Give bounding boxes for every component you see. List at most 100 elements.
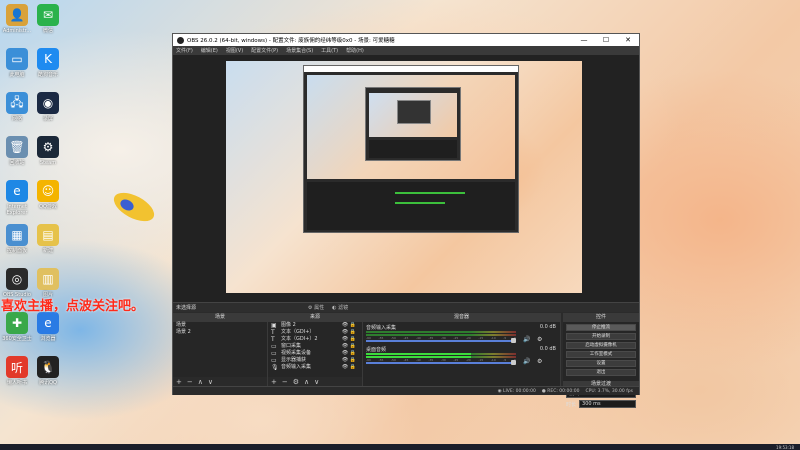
no-source-selected-label: 未选择源 bbox=[176, 305, 197, 311]
desktop-icon[interactable]: 🐧 腾讯QQ bbox=[28, 356, 68, 386]
desktop-icon[interactable]: ✉ 微信 bbox=[28, 4, 68, 34]
obs-titlebar: OBS 26.0.2 (64-bit, windows) - 配置文件: 废族佣… bbox=[173, 34, 639, 46]
meter-tick-label: -45 bbox=[403, 358, 409, 362]
controls-dock: 控件 停止推流 开始录制 启动虚拟摄像机 工作室模式 设置 退出 场景过渡 淡出… bbox=[563, 313, 639, 408]
speaker-icon[interactable]: 🔊 bbox=[523, 336, 530, 343]
menu-tools[interactable]: 工具(T) bbox=[321, 47, 338, 54]
move-source-down-button[interactable]: ∨ bbox=[314, 378, 319, 386]
app-icon: 🐧 bbox=[37, 356, 59, 378]
scene-item[interactable]: 场景 2 bbox=[173, 329, 267, 336]
meter-tick-label: -20 bbox=[465, 358, 471, 362]
meter-tick-label: -30 bbox=[440, 358, 446, 362]
meter-tick-label: -50 bbox=[390, 336, 396, 340]
visibility-eye-icon[interactable]: 👁 🔒 bbox=[342, 322, 356, 329]
speaker-icon[interactable]: 🔊 bbox=[523, 358, 530, 365]
track-db: 0.0 dB bbox=[539, 324, 556, 330]
desktop-icon[interactable]: K 酷狗音乐 bbox=[28, 48, 68, 78]
remove-scene-button[interactable]: − bbox=[187, 378, 193, 386]
studio-mode-button[interactable]: 工作室模式 bbox=[566, 351, 636, 358]
meter-tick-label: -60 bbox=[366, 336, 371, 340]
desktop-icon[interactable]: e 浏览器 bbox=[28, 312, 68, 342]
remove-source-button[interactable]: − bbox=[282, 378, 288, 386]
desktop-icon-label: 录屏 bbox=[42, 116, 53, 122]
source-type-icon: T bbox=[271, 329, 275, 336]
source-type-icon: T bbox=[271, 336, 275, 343]
app-icon: 🗑 bbox=[6, 136, 28, 158]
move-scene-up-button[interactable]: ∧ bbox=[198, 378, 203, 386]
menu-help[interactable]: 帮助(H) bbox=[346, 47, 364, 54]
desktop-icon[interactable]: ☺ QQ游戏 bbox=[28, 180, 68, 210]
audio-mixer-dock: 混音器 音频输入采集 0.0 dB -60 -55 -50 -45 -40 -35 -30 -25… bbox=[363, 313, 561, 386]
menu-scene-collection[interactable]: 场景集合(S) bbox=[286, 47, 313, 54]
source-label: 图像 2 bbox=[281, 322, 296, 328]
filters-button[interactable]: ◐ 滤镜 bbox=[332, 304, 348, 311]
stop-streaming-button[interactable]: 停止推流 bbox=[566, 324, 636, 331]
meter-tick-label: -10 bbox=[490, 336, 496, 340]
desktop-icon[interactable]: ◉ 录屏 bbox=[28, 92, 68, 122]
menu-profile[interactable]: 配置文件(P) bbox=[251, 47, 278, 54]
source-label: 文本（GDI+） bbox=[281, 329, 315, 335]
visibility-eye-icon[interactable]: 👁 🔒 bbox=[342, 350, 356, 357]
volume-slider-handle[interactable] bbox=[511, 338, 516, 343]
move-source-up-button[interactable]: ∧ bbox=[304, 378, 309, 386]
duration-input[interactable]: 300 ms bbox=[579, 400, 636, 408]
desktop-icon[interactable]: ▤ 新建 bbox=[28, 224, 68, 254]
move-scene-down-button[interactable]: ∨ bbox=[208, 378, 213, 386]
meter-tick-label: -30 bbox=[440, 336, 446, 340]
sources-dock: 来源 ▣ 图像 2 👁 🔒 T 文本（GDI+） 👁 🔒 T 文本（GDI+）2 👁 🔒 ▭ 窗口采… bbox=[268, 313, 363, 386]
volume-slider-handle[interactable] bbox=[511, 360, 516, 365]
source-item[interactable]: ▭ 窗口采集 👁 🔒 bbox=[268, 343, 362, 350]
desktop-icon-label: 微信 bbox=[42, 28, 53, 34]
source-item[interactable]: T 文本（GDI+） 👁 🔒 bbox=[268, 329, 362, 336]
gear-icon[interactable]: ⚙ bbox=[537, 358, 542, 365]
app-icon: ▭ bbox=[6, 48, 28, 70]
settings-button[interactable]: 设置 bbox=[566, 360, 636, 367]
meter-tick-label: -40 bbox=[415, 358, 421, 362]
preview-canvas[interactable] bbox=[173, 55, 639, 302]
app-icon: ◎ bbox=[6, 268, 28, 290]
obs-window: OBS 26.0.2 (64-bit, windows) - 配置文件: 废族佣… bbox=[172, 33, 640, 408]
source-item[interactable]: ▭ 视频采集设备 👁 🔒 bbox=[268, 350, 362, 357]
start-virtual-camera-button[interactable]: 启动虚拟摄像机 bbox=[566, 342, 636, 349]
visibility-eye-icon[interactable]: 👁 🔒 bbox=[342, 329, 356, 336]
app-icon: ⚙ bbox=[37, 136, 59, 158]
scenes-header: 场景 bbox=[173, 313, 267, 322]
menu-view[interactable]: 视图(V) bbox=[226, 47, 243, 54]
scenes-dock: 场景 场景 场景 2 + − ∧ ∨ bbox=[173, 313, 268, 386]
app-icon: 👤 bbox=[6, 4, 28, 26]
cpu-status: CPU: 3.7%, 30.00 fps bbox=[585, 388, 634, 394]
scene-item[interactable]: 场景 bbox=[173, 322, 267, 329]
desktop-icon[interactable]: ▥ 图片 bbox=[28, 268, 68, 298]
desktop-icon[interactable]: ⚙ Steam bbox=[28, 136, 68, 166]
meter-tick-label: -15 bbox=[478, 358, 484, 362]
duck-sticker bbox=[109, 186, 159, 228]
source-item[interactable]: ▭ 显示器捕获 👁 🔒 bbox=[268, 357, 362, 364]
meter-tick-label: -25 bbox=[453, 358, 459, 362]
visibility-eye-icon[interactable]: 👁 🔒 bbox=[342, 357, 356, 364]
gear-icon[interactable]: ⚙ bbox=[537, 336, 542, 343]
volume-slider[interactable] bbox=[366, 362, 516, 364]
properties-button[interactable]: ⚙ 属性 bbox=[308, 304, 324, 311]
source-item[interactable]: 🎙 音频输入采集 👁 🔒 bbox=[268, 364, 362, 371]
visibility-eye-icon[interactable]: 👁 🔒 bbox=[342, 343, 356, 350]
source-item[interactable]: T 文本（GDI+）2 👁 🔒 bbox=[268, 336, 362, 343]
volume-slider[interactable] bbox=[366, 340, 516, 342]
close-button[interactable]: ✕ bbox=[617, 36, 639, 44]
add-scene-button[interactable]: + bbox=[176, 378, 182, 386]
obs-logo-icon bbox=[177, 36, 184, 44]
level-meter bbox=[366, 353, 516, 355]
add-source-button[interactable]: + bbox=[271, 378, 277, 386]
source-item[interactable]: ▣ 图像 2 👁 🔒 bbox=[268, 322, 362, 329]
meter-tick-label: -55 bbox=[378, 358, 384, 362]
app-icon: ☺ bbox=[37, 180, 59, 202]
maximize-button[interactable]: ☐ bbox=[595, 36, 617, 44]
exit-button[interactable]: 退出 bbox=[566, 369, 636, 376]
minimize-button[interactable]: — bbox=[573, 36, 595, 44]
app-icon: ◉ bbox=[37, 92, 59, 114]
menu-edit[interactable]: 编辑(E) bbox=[201, 47, 218, 54]
source-settings-button[interactable]: ⚙ bbox=[293, 378, 299, 386]
start-recording-button[interactable]: 开始录制 bbox=[566, 333, 636, 340]
visibility-eye-icon[interactable]: 👁 🔒 bbox=[342, 364, 356, 371]
menu-file[interactable]: 文件(F) bbox=[176, 47, 193, 54]
visibility-eye-icon[interactable]: 👁 🔒 bbox=[342, 336, 356, 343]
